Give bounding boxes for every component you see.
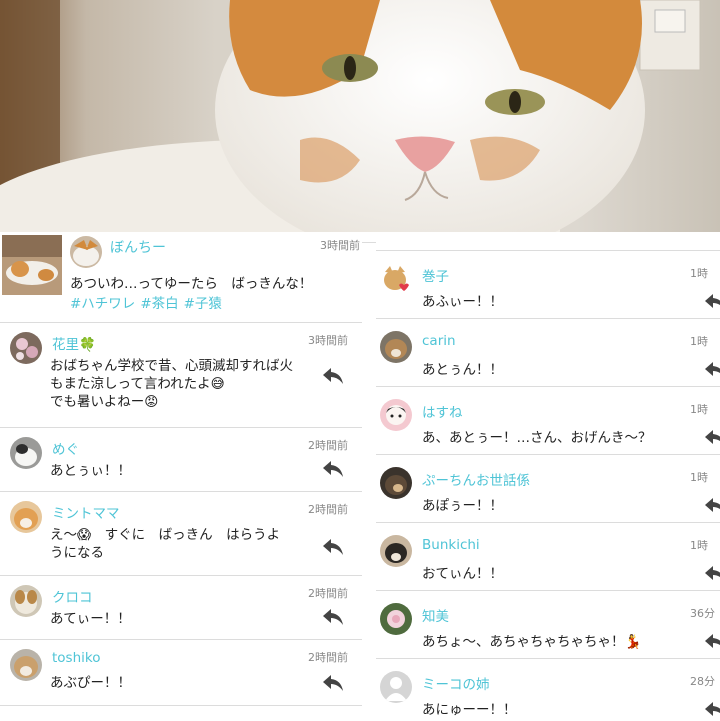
comment-timestamp: 2時間前 <box>308 503 348 516</box>
comment-text: あとぅぃ！！ <box>50 463 131 479</box>
character-avatar[interactable] <box>380 399 412 431</box>
comment-timestamp: 1時 <box>690 267 708 280</box>
hashtag-link[interactable]: #ハチワレ <box>70 296 135 312</box>
comment-row: クロコ 2時間前 あてぃー！！ <box>0 576 362 640</box>
reply-arrow-icon[interactable] <box>322 460 344 478</box>
cat-photo-avatar[interactable] <box>380 535 412 567</box>
orange-cat-avatar[interactable] <box>10 501 42 533</box>
commenter-name[interactable]: carin <box>422 333 456 349</box>
comment-timestamp: 1時 <box>690 335 708 348</box>
post-tags: #ハチワレ #茶白 #子猿 <box>70 294 227 314</box>
comment-text: あ、あとぅー！…さん、おげんき〜？ <box>422 430 652 446</box>
reply-arrow-icon[interactable] <box>704 429 720 447</box>
comment-text: あぶぴー！！ <box>50 675 131 691</box>
comment-row: 巻子 1時 あふぃー！！ <box>376 251 720 319</box>
commenter-name[interactable]: 花里🍀 <box>52 333 96 353</box>
post-thumbnail[interactable] <box>2 235 62 295</box>
hashtag-link[interactable]: #茶白 <box>140 296 178 312</box>
comment-text: え〜😱 すぐに ばっきん はらうよ うになる <box>50 527 281 561</box>
cat-photo-avatar[interactable] <box>380 467 412 499</box>
commenter-name[interactable]: 知美 <box>422 605 449 625</box>
commenter-name[interactable]: toshiko <box>52 650 101 666</box>
comment-row: めぐ 2時間前 あとぅぃ！！ <box>0 428 362 492</box>
divider-line <box>362 242 376 243</box>
comment-timestamp: 1時 <box>690 403 708 416</box>
comment-timestamp: 2時間前 <box>308 651 348 664</box>
commenter-name[interactable]: Bunkichi <box>422 537 480 553</box>
commenter-name[interactable]: めぐ <box>52 438 79 458</box>
comment-text: あとぅん！！ <box>422 362 503 378</box>
post-author-name[interactable]: ぼんちー <box>110 237 166 257</box>
comment-row: 花里🍀 3時間前 おばちゃん学校で昔、心頭滅却すれば火 もまた涼しって言われたよ… <box>0 323 362 428</box>
comment-row: ミントママ 2時間前 え〜😱 すぐに ばっきん はらうよ うになる <box>0 492 362 576</box>
reply-arrow-icon[interactable] <box>704 633 720 651</box>
cat-photo <box>0 0 720 232</box>
comment-row: toshiko 2時間前 あぶぴー！！ <box>0 640 362 706</box>
reply-arrow-icon[interactable] <box>704 701 720 719</box>
dog-photo-avatar[interactable] <box>10 585 42 617</box>
comment-row: はすね 1時 あ、あとぅー！…さん、おげんき〜？ <box>376 387 720 455</box>
tabby-cat-avatar[interactable] <box>10 649 42 681</box>
comment-text: あてぃー！！ <box>50 611 131 627</box>
reply-arrow-icon[interactable] <box>704 497 720 515</box>
right-comment-panel: 巻子 1時 あふぃー！！ carin 1時 あとぅん！！ はすね 1時 あ、あと… <box>376 250 720 721</box>
post-author-avatar[interactable] <box>70 236 102 268</box>
commenter-name[interactable]: ぷーちんお世話係 <box>422 469 530 489</box>
comment-text: あぽぅー！！ <box>422 498 503 514</box>
commenter-name[interactable]: ミーコの姉 <box>422 673 490 693</box>
left-comment-panel: ぼんちー 3時間前 あついわ…ってゆーたら ばっきんな！ #ハチワレ #茶白 #子猿… <box>0 232 362 720</box>
flower-photo-avatar[interactable] <box>380 603 412 635</box>
cat-heart-sticker-avatar[interactable] <box>380 263 412 295</box>
comment-timestamp: 1時 <box>690 539 708 552</box>
reply-arrow-icon[interactable] <box>322 674 344 692</box>
original-post: ぼんちー 3時間前 あついわ…ってゆーたら ばっきんな！ #ハチワレ #茶白 #子猿 <box>0 232 362 323</box>
reply-arrow-icon[interactable] <box>322 538 344 556</box>
commenter-name[interactable]: ミントママ <box>52 502 120 522</box>
reply-arrow-icon[interactable] <box>322 367 344 385</box>
commenter-name[interactable]: 巻子 <box>422 265 449 285</box>
reply-arrow-icon[interactable] <box>704 293 720 311</box>
comment-row: 知美 36分 あちょ〜、あちゃちゃちゃちゃ！💃 <box>376 591 720 659</box>
comment-text: あふぃー！！ <box>422 294 503 310</box>
cat-photo-avatar[interactable] <box>380 331 412 363</box>
commenter-name[interactable]: はすね <box>422 401 463 421</box>
comment-timestamp: 1時 <box>690 471 708 484</box>
comment-timestamp: 2時間前 <box>308 587 348 600</box>
reply-arrow-icon[interactable] <box>322 608 344 626</box>
comment-timestamp: 3時間前 <box>308 334 348 347</box>
flower-photo-avatar[interactable] <box>10 332 42 364</box>
comment-text: あちょ〜、あちゃちゃちゃちゃ！💃 <box>422 634 642 650</box>
comment-row: ミーコの姉 28分 あにゅーー！！ <box>376 659 720 721</box>
post-text: あついわ…ってゆーたら ばっきんな！ <box>70 276 313 292</box>
comment-timestamp: 36分 <box>690 607 715 620</box>
comment-timestamp: 2時間前 <box>308 439 348 452</box>
comment-text: おてぃん！！ <box>422 566 503 582</box>
comment-text: あにゅーー！！ <box>422 702 517 718</box>
hashtag-link[interactable]: #子猿 <box>184 296 222 312</box>
comment-row: ぷーちんお世話係 1時 あぽぅー！！ <box>376 455 720 523</box>
comment-timestamp: 28分 <box>690 675 715 688</box>
commenter-name[interactable]: クロコ <box>52 586 93 606</box>
comment-text: おばちゃん学校で昔、心頭滅却すれば火 もまた涼しって言われたよ😅 でも暑いよねー… <box>50 358 293 410</box>
comment-row: carin 1時 あとぅん！！ <box>376 319 720 387</box>
reply-arrow-icon[interactable] <box>704 361 720 379</box>
comment-row: Bunkichi 1時 おてぃん！！ <box>376 523 720 591</box>
post-timestamp: 3時間前 <box>320 239 360 252</box>
reply-arrow-icon[interactable] <box>704 565 720 583</box>
cat-photo-avatar[interactable] <box>10 437 42 469</box>
default-user-avatar[interactable] <box>380 671 412 703</box>
